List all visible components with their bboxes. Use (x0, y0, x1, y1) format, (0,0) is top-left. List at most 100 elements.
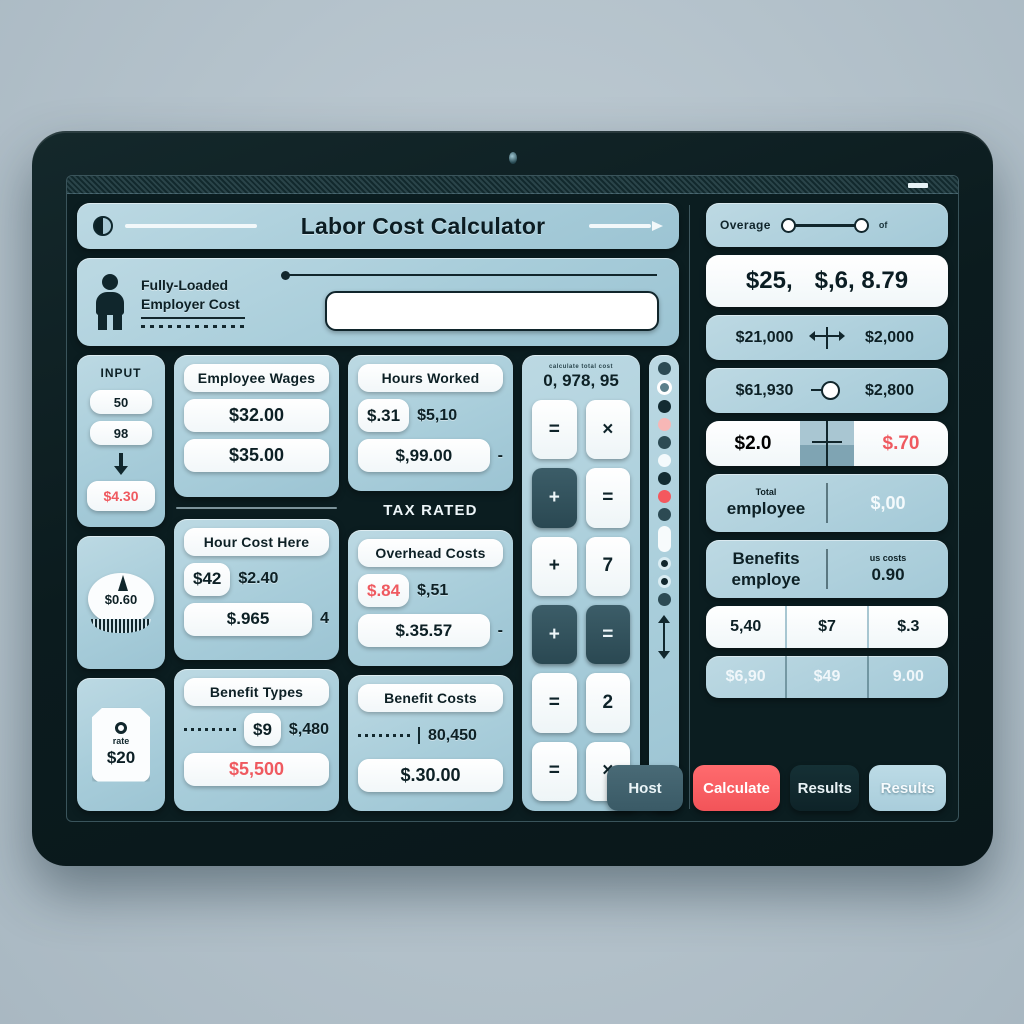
calculator-key-+[interactable]: + (532, 468, 577, 528)
card-primary-value[interactable]: $9 (244, 713, 281, 747)
forward-arrow-icon[interactable] (589, 221, 663, 231)
rate-tag-caption: rate (112, 735, 130, 746)
input-rail: INPUT 50 98 $4.30 $0.60 rate $20 (77, 355, 165, 811)
card-secondary-value[interactable]: $.965 (184, 602, 313, 636)
fully-loaded-cost-section: Fully-Loaded Employer Cost (77, 258, 679, 346)
range-left-value: $21,000 (735, 328, 794, 346)
calculator-key-=[interactable]: = (532, 673, 577, 733)
range-right-value: $2,800 (865, 381, 914, 399)
triple-value-1: 5,40 (730, 618, 762, 635)
calculator-keypad: calculate total cost 0, 978, 95 = × + = +7 + =… (522, 355, 640, 811)
card-secondary-value[interactable]: $35.00 (184, 439, 329, 472)
benefits-label: Benefits employe (706, 540, 826, 598)
card-employee-wages: Employee Wages $32.00 $35.00 (174, 355, 339, 497)
card-title: Hours Worked (358, 364, 503, 392)
calculate-button[interactable]: Calculate (693, 765, 780, 811)
gauge-value: $0.60 (104, 591, 138, 607)
indicator-dot[interactable] (657, 593, 671, 606)
card-primary-value[interactable]: $.84 (358, 574, 410, 607)
card-hours-worked: Hours Worked $.31 $5,10 $,99.00 - (348, 355, 513, 491)
range-left-value: $61,930 (735, 381, 794, 399)
results-column: Overage of $25, $,6, 8.79 $21,000 $2,000 (706, 203, 948, 811)
gauge-icon: $0.60 (88, 572, 154, 633)
indicator-dot[interactable] (657, 400, 671, 413)
scroll-updown-icon[interactable] (658, 615, 670, 659)
calculator-key-=[interactable]: = (585, 468, 630, 528)
contrast-icon[interactable] (93, 216, 113, 236)
indicator-dot[interactable] (657, 436, 671, 449)
calculator-key-=[interactable]: = (532, 400, 577, 460)
results-button[interactable]: Results (789, 765, 860, 811)
indicator-dot[interactable] (657, 526, 671, 552)
calculator-key-7[interactable]: 7 (585, 536, 630, 596)
indicator-dot[interactable] (657, 575, 671, 588)
calculator-key-×[interactable]: × (585, 400, 630, 460)
calculator-key-+[interactable]: + (532, 536, 577, 596)
card-primary-value[interactable]: $42 (184, 562, 231, 596)
indicator-rail[interactable] (649, 355, 679, 811)
hero-labels: Fully-Loaded Employer Cost (141, 276, 269, 328)
main-column: Labor Cost Calculator Fully-Loaded Emplo… (77, 203, 679, 812)
employee-icon (93, 274, 127, 330)
split-left-value: $2.0 (734, 432, 772, 454)
indicator-dot[interactable] (657, 454, 671, 467)
status-bar (67, 176, 958, 194)
range-right-value: $2,000 (865, 328, 914, 346)
calculator-key-2[interactable]: 2 (585, 673, 630, 733)
total-result-left: $25, (745, 267, 793, 294)
card-primary-note: $2.40 (238, 570, 279, 588)
slider-handle-min (780, 218, 796, 233)
indicator-dot[interactable] (657, 490, 671, 503)
split-right-value: $.70 (882, 432, 920, 454)
rate-tag-value: $20 (106, 747, 136, 767)
title-rule (125, 224, 257, 228)
range-knob-icon[interactable] (809, 380, 845, 402)
calculator-key-=[interactable]: = (532, 741, 577, 801)
column-divider (689, 205, 690, 809)
per-employee-tiny: Total (755, 486, 777, 497)
result-row-per-employee: Total employee $,00 (706, 474, 948, 532)
calculator-key-+[interactable]: + (532, 604, 577, 665)
fully-loaded-cost-input[interactable] (325, 291, 659, 331)
input-value-1[interactable]: 50 (90, 390, 152, 414)
indicator-dot[interactable] (657, 418, 671, 431)
dotted-rule (184, 728, 236, 732)
calculator-sub-label: calculate total cost (548, 364, 614, 370)
separator (418, 727, 420, 744)
indicator-dot[interactable] (657, 557, 671, 570)
indicator-dot[interactable] (657, 472, 671, 485)
card-secondary-value[interactable]: $.35.57 (358, 614, 490, 647)
indicator-dot[interactable] (656, 380, 672, 395)
card-primary-note: $,51 (417, 581, 449, 599)
input-value-2[interactable]: 98 (90, 421, 152, 445)
input-result-value: $4.30 (87, 481, 155, 511)
benefits-value: 0.90 (871, 565, 905, 584)
benefits-sub: employe (731, 570, 801, 589)
card-primary-note: $,480 (288, 720, 329, 738)
overage-slider-row[interactable]: Overage of (706, 203, 948, 247)
app-title-bar: Labor Cost Calculator (77, 203, 679, 249)
card-primary-value[interactable]: $32.00 (184, 399, 329, 432)
app-body: Labor Cost Calculator Fully-Loaded Emplo… (67, 195, 958, 821)
price-tag-icon: rate $20 (92, 707, 150, 782)
card-secondary-value[interactable]: $5,500 (184, 753, 329, 787)
gauge-card: $0.60 (77, 536, 165, 669)
indicator-dot[interactable] (657, 362, 671, 375)
calculator-key-=[interactable]: = (585, 604, 630, 665)
card-secondary-value[interactable]: $,99.00 (358, 439, 490, 472)
inputs-grid: INPUT 50 98 $4.30 $0.60 rate $20 Employe… (77, 355, 679, 812)
host-button[interactable]: Host (607, 765, 683, 811)
battery-icon (908, 183, 928, 188)
card-column-right: Hours Worked $.31 $5,10 $,99.00 - TAX RA… (348, 355, 513, 811)
divider (176, 506, 337, 509)
card-benefit-costs: Benefit Costs 80,450 $.30.00 (348, 675, 513, 811)
tablet-screen: Labor Cost Calculator Fully-Loaded Emplo… (66, 175, 959, 822)
card-primary-value[interactable]: $.31 (358, 399, 410, 432)
hero-input-area (281, 271, 663, 333)
indicator-dot[interactable] (657, 508, 671, 521)
hero-dotted-rule (141, 324, 245, 328)
overage-slider[interactable] (780, 218, 869, 233)
results-secondary-button[interactable]: Results (869, 765, 946, 811)
card-secondary-value[interactable]: $.30.00 (358, 759, 503, 792)
per-employee-main: employee (726, 499, 806, 518)
